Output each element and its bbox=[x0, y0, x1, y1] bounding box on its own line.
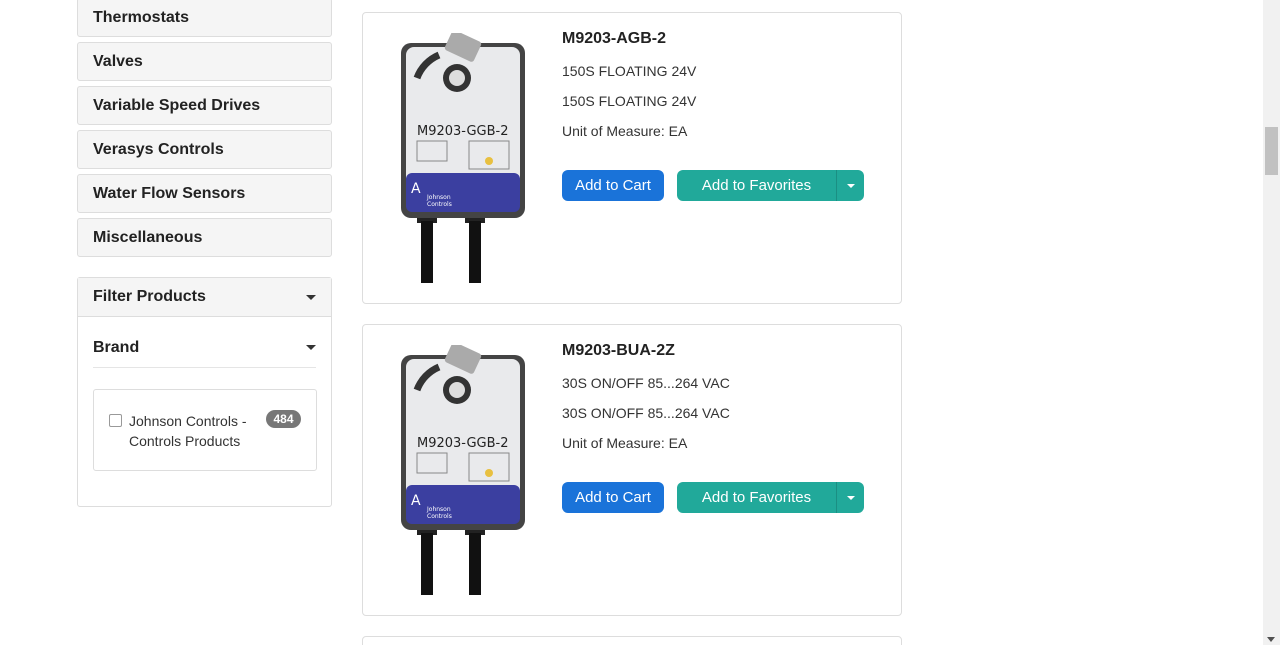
category-label: Miscellaneous bbox=[93, 228, 203, 246]
product-description-secondary: 150S FLOATING 24V bbox=[562, 93, 697, 109]
category-label: Verasys Controls bbox=[93, 140, 224, 158]
brand-options: Johnson Controls - Controls Products 484 bbox=[93, 389, 317, 471]
category-miscellaneous[interactable]: Miscellaneous bbox=[77, 218, 332, 257]
image-model-text: M9203-GGB-2 bbox=[417, 436, 509, 451]
add-to-favorites-button[interactable]: Add to Favorites bbox=[677, 482, 836, 513]
brand-filter-title: Brand bbox=[93, 338, 140, 356]
add-to-cart-button[interactable]: Add to Cart bbox=[562, 482, 664, 513]
product-name[interactable]: M9203-AGB-2 bbox=[562, 30, 666, 48]
category-thermostats[interactable]: Thermostats bbox=[77, 0, 332, 37]
product-description: 30S ON/OFF 85...264 VAC bbox=[562, 375, 730, 391]
product-unit-of-measure: Unit of Measure: EA bbox=[562, 435, 688, 451]
product-card-partial bbox=[362, 636, 902, 645]
svg-text:A: A bbox=[411, 493, 421, 509]
filter-products-toggle[interactable]: Filter Products bbox=[78, 278, 331, 317]
category-label: Thermostats bbox=[93, 8, 190, 26]
caret-down-icon bbox=[846, 183, 855, 188]
product-description: 150S FLOATING 24V bbox=[562, 63, 697, 79]
svg-text:A: A bbox=[411, 181, 421, 197]
scroll-down-arrow-icon[interactable] bbox=[1267, 637, 1275, 642]
svg-text:Johnson: Johnson bbox=[426, 194, 451, 201]
brand-option-label[interactable]: Johnson Controls - Controls Products bbox=[129, 411, 259, 451]
brand-filter-toggle[interactable]: Brand bbox=[93, 328, 316, 368]
product-description-secondary: 30S ON/OFF 85...264 VAC bbox=[562, 405, 730, 421]
brand-count-badge: 484 bbox=[266, 410, 301, 428]
product-name[interactable]: M9203-BUA-2Z bbox=[562, 342, 675, 360]
category-verasys-controls[interactable]: Verasys Controls bbox=[77, 130, 332, 169]
category-label: Variable Speed Drives bbox=[93, 96, 261, 114]
svg-text:Controls: Controls bbox=[427, 201, 452, 208]
filter-panel: Filter Products Brand Johnson Controls -… bbox=[77, 277, 332, 507]
image-model-text: M9203-GGB-2 bbox=[417, 124, 509, 139]
scrollbar-thumb[interactable] bbox=[1265, 127, 1278, 175]
category-label: Water Flow Sensors bbox=[93, 184, 246, 202]
caret-down-icon bbox=[846, 495, 855, 500]
caret-down-icon bbox=[306, 345, 316, 350]
product-unit-of-measure: Unit of Measure: EA bbox=[562, 123, 688, 139]
caret-down-icon bbox=[306, 294, 316, 300]
add-to-cart-button[interactable]: Add to Cart bbox=[562, 170, 664, 201]
page: Thermostats Valves Variable Speed Drives… bbox=[0, 0, 1280, 645]
product-image[interactable]: A Johnson Controls M9203-GGB-2 bbox=[399, 345, 529, 595]
category-valves[interactable]: Valves bbox=[77, 42, 332, 81]
svg-text:Controls: Controls bbox=[427, 513, 452, 520]
category-label: Valves bbox=[93, 52, 143, 70]
category-variable-speed-drives[interactable]: Variable Speed Drives bbox=[77, 86, 332, 125]
page-scrollbar[interactable] bbox=[1263, 0, 1280, 645]
product-card: A Johnson Controls M9203-GGB-2 M9203-AGB… bbox=[362, 12, 902, 304]
product-card: A Johnson Controls M9203-GGB-2 M9203-BUA… bbox=[362, 324, 902, 616]
add-to-favorites-button[interactable]: Add to Favorites bbox=[677, 170, 836, 201]
favorites-dropdown-button[interactable] bbox=[836, 170, 864, 201]
product-image[interactable]: A Johnson Controls M9203-GGB-2 bbox=[399, 33, 529, 283]
brand-checkbox[interactable] bbox=[109, 414, 122, 427]
category-water-flow-sensors[interactable]: Water Flow Sensors bbox=[77, 174, 332, 213]
svg-text:Johnson: Johnson bbox=[426, 506, 451, 513]
filter-products-title: Filter Products bbox=[93, 288, 206, 305]
favorites-dropdown-button[interactable] bbox=[836, 482, 864, 513]
